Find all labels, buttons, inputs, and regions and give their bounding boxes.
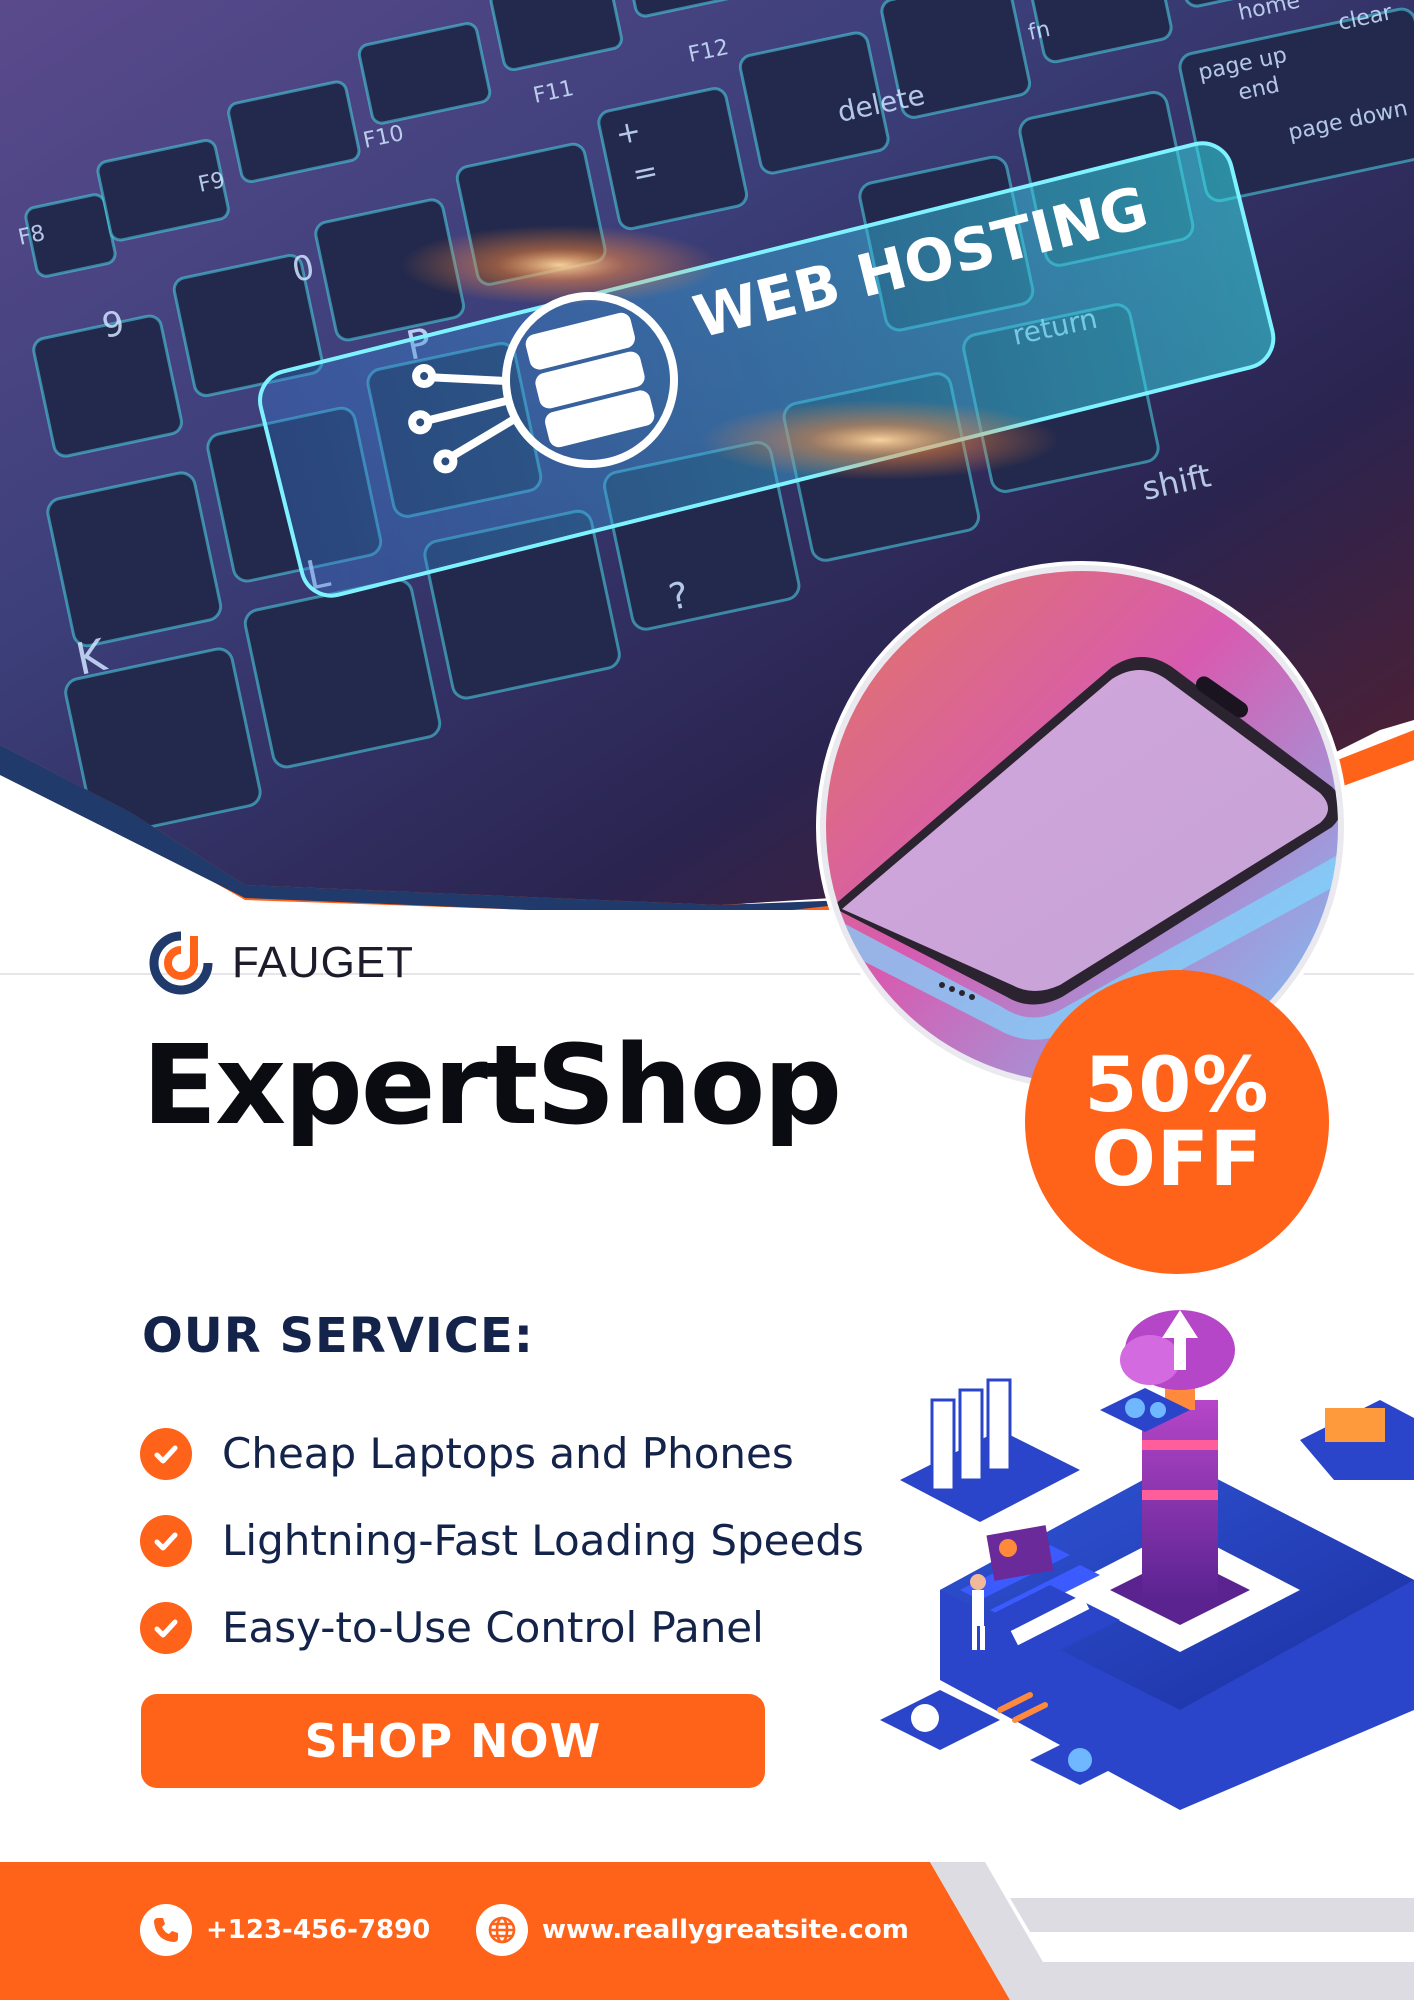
isometric-server-illustration (880, 1290, 1414, 1810)
footer: +123-456-7890 www.reallygreatsite.com (0, 1862, 1414, 2000)
brand-name: FAUGET (232, 938, 415, 987)
list-item: Cheap Laptops and Phones (140, 1410, 864, 1497)
phone-number: +123-456-7890 (206, 1915, 431, 1945)
poster: F8 F9 F10 F11 F12 fn home clear page up … (0, 0, 1414, 2000)
page-title: ExpertShop (142, 1021, 842, 1149)
phone-icon (140, 1904, 192, 1956)
service-item-label: Cheap Laptops and Phones (222, 1429, 794, 1478)
shop-now-label: SHOP NOW (304, 1714, 602, 1768)
list-item: Lightning-Fast Loading Speeds (140, 1497, 864, 1584)
service-item-label: Easy-to-Use Control Panel (222, 1603, 764, 1652)
service-list: Cheap Laptops and Phones Lightning-Fast … (140, 1410, 864, 1671)
globe-icon (476, 1904, 528, 1956)
website-url: www.reallygreatsite.com (542, 1915, 909, 1945)
discount-off: OFF (1091, 1114, 1263, 1203)
contact-phone[interactable]: +123-456-7890 (140, 1904, 430, 1956)
fauget-logo-icon (148, 930, 214, 996)
check-icon (140, 1427, 192, 1480)
brand: FAUGET (148, 930, 414, 996)
shop-now-button[interactable]: SHOP NOW (141, 1694, 765, 1788)
contact-website[interactable]: www.reallygreatsite.com (476, 1904, 909, 1956)
service-item-label: Lightning-Fast Loading Speeds (222, 1516, 864, 1565)
discount-badge: 50% OFF (1025, 970, 1329, 1274)
service-heading: OUR SERVICE: (142, 1308, 534, 1364)
list-item: Easy-to-Use Control Panel (140, 1584, 864, 1671)
check-icon (140, 1514, 192, 1567)
discount-percent: 50% (1084, 1039, 1270, 1129)
check-icon (140, 1601, 192, 1654)
